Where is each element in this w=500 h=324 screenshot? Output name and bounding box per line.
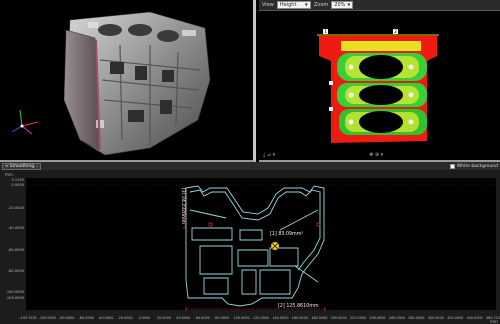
x-tick-label: 160.0000 [292, 316, 308, 320]
height-map-toolbar: View Height ▼ Zoom 20% ▼ [259, 0, 500, 11]
y-tick-label: -60.0000 [8, 248, 25, 252]
app-window: View Height ▼ Zoom 20% ▼ 1 2 ⤓ ⊿ ▾ ✥ ⊕ ▾… [0, 0, 500, 324]
engine-block-model[interactable] [0, 0, 256, 162]
x-tick-label: -195.7235 [19, 316, 36, 320]
height-map-canvas[interactable]: 1 2 [259, 11, 500, 149]
x-tick-label: 0.0000 [139, 316, 151, 320]
smoothing-button-label: Smoothing... [9, 163, 39, 169]
x-tick-label: 100.0000 [234, 316, 250, 320]
x-tick-label: 60.0000 [196, 316, 210, 320]
x-tick-label: 340.0000 [467, 316, 483, 320]
x-tick-label: 120.0000 [253, 316, 269, 320]
chevron-down-icon: ▼ [304, 2, 308, 7]
zoom-select-value: 20% [334, 2, 346, 8]
x-tick-label: 140.0000 [272, 316, 288, 320]
smoothing-icon: ≈ [5, 163, 9, 169]
centroid-marker[interactable] [270, 241, 280, 251]
x-tick-label: -40.0000 [98, 316, 113, 320]
y-tick-label: -20.0000 [8, 206, 25, 210]
height-map-panel: View Height ▼ Zoom 20% ▼ 1 2 ⤓ ⊿ ▾ ✥ ⊕ ▾ [259, 0, 500, 162]
x-tick-label: 300.0000 [428, 316, 444, 320]
cross-section-plot[interactable]: mm mm 3.1195 0.0000 -20.0000 -40.0000 -60.00… [0, 170, 500, 324]
x-tick-label: 200.0000 [331, 316, 347, 320]
3d-model-viewport[interactable] [0, 0, 256, 162]
white-background-toggle[interactable]: White background [449, 163, 498, 169]
axis-triad-icon [11, 109, 39, 135]
smoothing-button[interactable]: ≈ Smoothing... [2, 162, 42, 170]
x-tick-label: 360.7235 [486, 316, 500, 320]
zoom-select[interactable]: 20% ▼ [331, 1, 354, 9]
plot-area[interactable] [26, 178, 496, 310]
x-tick-label: 280.0000 [408, 316, 424, 320]
x-tick-label: -80.0000 [59, 316, 74, 320]
x-tick-label: 240.0000 [369, 316, 385, 320]
view-label: View [262, 2, 274, 8]
white-background-label: White background [456, 163, 498, 169]
x-tick-label: 220.0000 [350, 316, 366, 320]
y-tick-label: -103.0000 [6, 296, 25, 300]
area-annotation-label: [1] 83.09mm² [270, 231, 303, 237]
height-marker-2-label: 2 [394, 29, 397, 35]
y-tick-label: 3.1195 [11, 178, 24, 182]
x-tick-label: -20.0000 [117, 316, 132, 320]
y-tick-label: -40.0000 [8, 226, 25, 230]
zoom-label: Zoom [313, 2, 329, 8]
height-map-footer: ⤓ ⊿ ▾ ✥ ⊕ ▾ [259, 149, 500, 160]
height-annotation-label: [3] 24.2320mm [180, 188, 186, 224]
x-tick-label: -100.0000 [39, 316, 56, 320]
y-unit-label: mm [5, 172, 13, 177]
width-annotation-label: [2] 125.8610mm [278, 303, 319, 309]
cross-section-panel: ≈ Smoothing... White background mm mm 3.… [0, 162, 500, 324]
height-marker-1-label: 1 [324, 29, 327, 35]
footer-tool-icons-left[interactable]: ⤓ ⊿ ▾ [263, 152, 275, 158]
footer-tool-icons-center[interactable]: ✥ ⊕ ▾ [369, 152, 383, 158]
cross-section-toolbar: ≈ Smoothing... White background [0, 162, 500, 170]
x-tick-label: 260.0000 [389, 316, 405, 320]
x-tick-label: 320.0000 [447, 316, 463, 320]
x-tick-label: 40.0000 [176, 316, 190, 320]
chevron-down-icon: ▼ [347, 2, 351, 7]
y-tick-label: 0.0000 [11, 183, 24, 187]
y-tick-label: -80.0000 [8, 269, 25, 273]
height-measurement[interactable]: [3] 24.2320mm [180, 187, 187, 229]
y-tick-label: -100.0000 [6, 290, 25, 294]
x-tick-label: 20.0000 [157, 316, 171, 320]
view-select-value: Height [279, 2, 297, 8]
white-background-checkbox[interactable] [449, 163, 455, 169]
x-tick-label: 80.0000 [215, 316, 229, 320]
x-tick-label: -60.0000 [79, 316, 94, 320]
x-tick-label: 180.0000 [311, 316, 327, 320]
view-select[interactable]: Height ▼ [276, 1, 311, 9]
